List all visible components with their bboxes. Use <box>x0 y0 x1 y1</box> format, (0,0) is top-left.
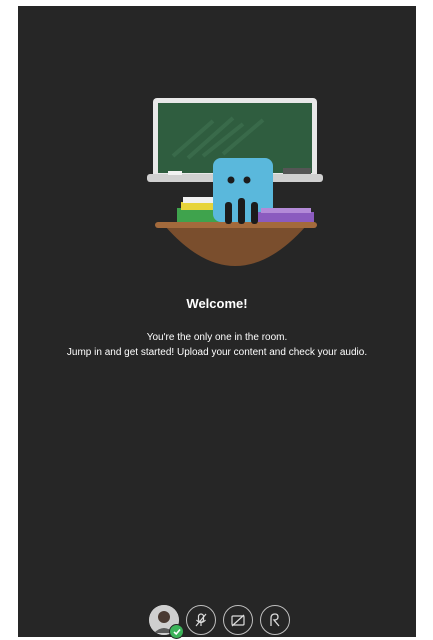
session-controls <box>149 602 290 639</box>
welcome-message-line-2: Jump in and get started! Upload your con… <box>66 347 368 358</box>
microphone-muted-icon <box>195 613 207 627</box>
camera-off-button[interactable] <box>223 605 253 635</box>
share-content-icon <box>270 613 280 627</box>
classroom-illustration <box>147 98 323 266</box>
share-content-button[interactable] <box>260 605 290 635</box>
room-stage: Welcome! You're the only one in the room… <box>18 6 416 639</box>
checkmark-icon <box>172 628 181 635</box>
welcome-title: Welcome! <box>186 296 248 311</box>
camera-off-icon <box>231 614 245 627</box>
avatar[interactable] <box>149 605 184 639</box>
welcome-message-line-1: You're the only one in the room. <box>146 332 288 343</box>
microphone-muted-button[interactable] <box>186 605 216 635</box>
